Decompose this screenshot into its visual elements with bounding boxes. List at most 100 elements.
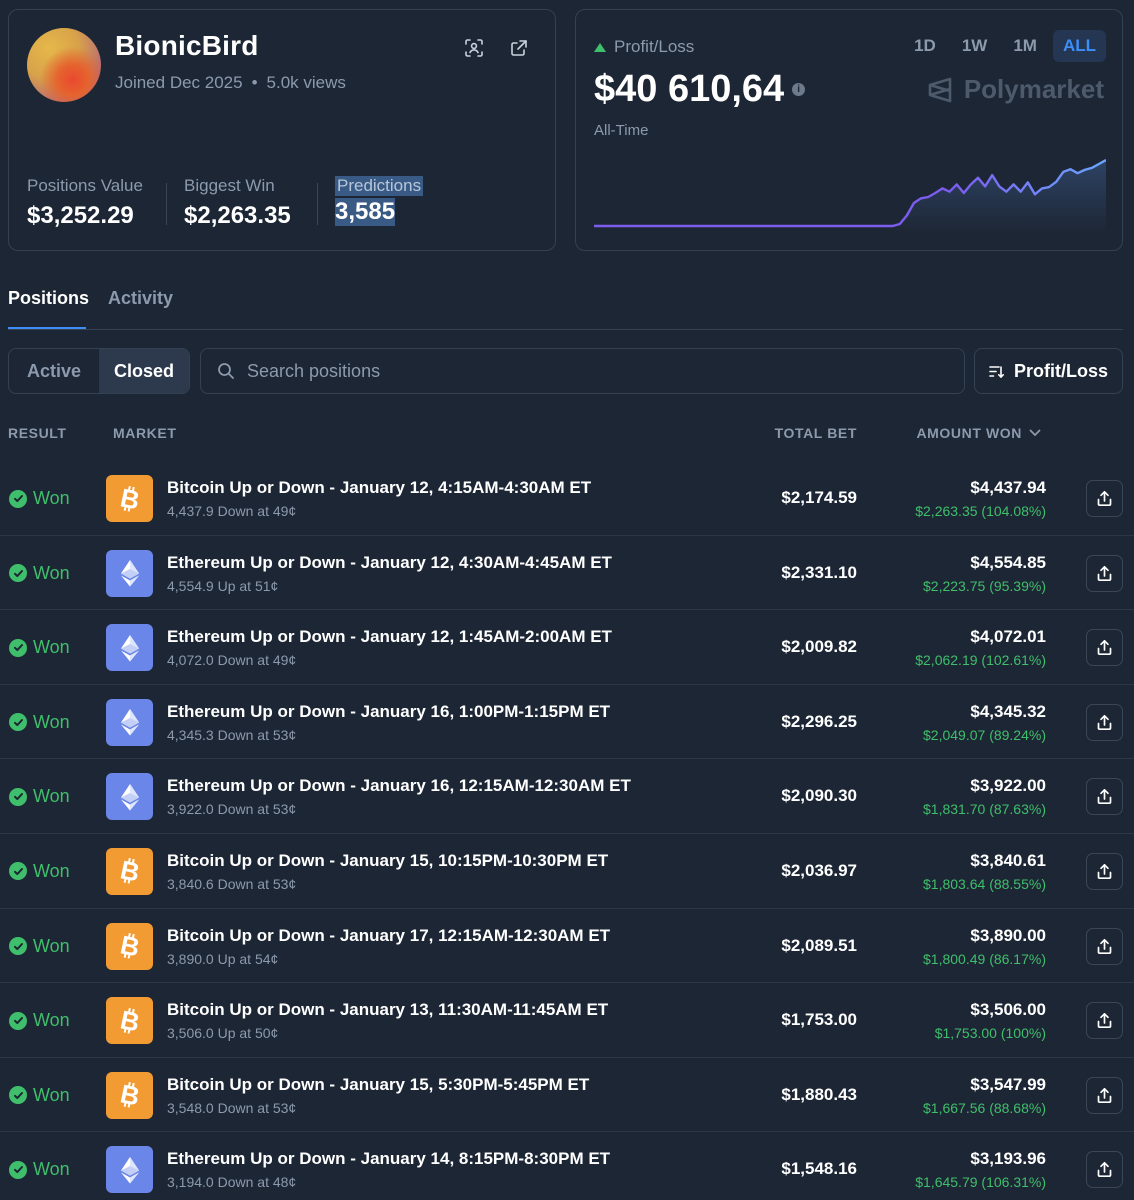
range-1w[interactable]: 1W xyxy=(952,30,998,62)
share-button[interactable] xyxy=(1086,554,1123,592)
stat-value: 3,585 xyxy=(335,198,396,226)
col-total-bet: TOTAL BET xyxy=(774,425,857,441)
position-detail: 3,922.0 Down at 53¢ xyxy=(167,801,297,818)
col-result: RESULT xyxy=(8,425,67,441)
pnl-chart xyxy=(594,158,1106,234)
table-row[interactable]: Won Ethereum Up or Down - January 14, 8:… xyxy=(0,1132,1134,1200)
market-title[interactable]: Ethereum Up or Down - January 16, 12:15A… xyxy=(167,776,631,796)
filter-closed[interactable]: Closed xyxy=(99,349,189,393)
ethereum-icon xyxy=(106,549,153,597)
result-cell: Won xyxy=(9,1085,70,1106)
share-button[interactable] xyxy=(1086,852,1123,890)
table-row[interactable]: Won Ethereum Up or Down - January 12, 1:… xyxy=(0,610,1134,685)
pnl-label-text: Profit/Loss xyxy=(614,37,695,56)
market-title[interactable]: Bitcoin Up or Down - January 17, 12:15AM… xyxy=(167,926,610,946)
result-label: Won xyxy=(33,711,70,732)
status-filter: Active Closed xyxy=(8,348,190,394)
total-bet: $2,174.59 xyxy=(781,488,857,507)
scan-icon[interactable] xyxy=(464,38,484,58)
active-tab-indicator xyxy=(8,327,86,329)
share-icon xyxy=(1097,1162,1112,1178)
check-icon xyxy=(9,489,27,508)
stat-predictions: Predictions 3,585 xyxy=(335,176,424,226)
total-bet: $2,009.82 xyxy=(781,637,857,657)
bitcoin-icon: B xyxy=(106,1071,153,1119)
market-title[interactable]: Ethereum Up or Down - January 12, 1:45AM… xyxy=(167,627,612,647)
market-title[interactable]: Bitcoin Up or Down - January 15, 10:15PM… xyxy=(167,851,608,871)
filter-active[interactable]: Active xyxy=(9,349,99,393)
external-link-icon[interactable] xyxy=(509,38,529,58)
market-title[interactable]: Bitcoin Up or Down - January 12, 4:15AM-… xyxy=(167,478,591,498)
share-icon xyxy=(1097,938,1112,954)
result-cell: Won xyxy=(9,712,70,733)
market-title[interactable]: Bitcoin Up or Down - January 15, 5:30PM-… xyxy=(167,1075,589,1095)
share-button[interactable] xyxy=(1086,1076,1123,1114)
ethereum-icon xyxy=(106,773,153,821)
stat-value: $3,252.29 xyxy=(27,202,134,229)
avatar[interactable] xyxy=(27,28,101,102)
share-button[interactable] xyxy=(1086,1002,1123,1040)
total-bet: $1,880.43 xyxy=(781,1084,857,1104)
share-button[interactable] xyxy=(1086,927,1123,965)
check-icon xyxy=(9,1011,27,1030)
amount-won: $4,345.32 xyxy=(970,701,1046,721)
share-button[interactable] xyxy=(1086,1151,1123,1189)
range-all[interactable]: ALL xyxy=(1052,30,1106,62)
share-icon xyxy=(1097,789,1112,805)
search-input[interactable] xyxy=(247,360,847,382)
market-title[interactable]: Ethereum Up or Down - January 16, 1:00PM… xyxy=(167,702,610,722)
share-button[interactable] xyxy=(1086,629,1123,667)
total-bet: $2,036.97 xyxy=(781,860,857,880)
search-box[interactable] xyxy=(200,348,965,394)
range-1m[interactable]: 1M xyxy=(1003,30,1047,62)
ethereum-icon xyxy=(106,624,153,672)
bitcoin-icon: B xyxy=(106,475,153,522)
bitcoin-icon: B xyxy=(106,847,153,895)
share-icon xyxy=(1097,714,1112,730)
sort-button[interactable]: Profit/Loss xyxy=(974,348,1123,394)
profit-amount: $2,223.75 (95.39%) xyxy=(923,577,1046,594)
table-row[interactable]: Won B Bitcoin Up or Down - January 13, 1… xyxy=(0,983,1134,1058)
tab-bar: Positions Activity xyxy=(8,280,1123,330)
sort-icon xyxy=(989,365,1004,378)
table-row[interactable]: Won Ethereum Up or Down - January 16, 1:… xyxy=(0,685,1134,760)
pnl-period: All-Time xyxy=(594,122,649,139)
result-label: Won xyxy=(33,488,70,508)
table-row[interactable]: Won B Bitcoin Up or Down - January 15, 5… xyxy=(0,1058,1134,1133)
tab-activity[interactable]: Activity xyxy=(108,288,173,309)
table-row[interactable]: Won Ethereum Up or Down - January 12, 4:… xyxy=(0,536,1134,611)
total-bet: $1,753.00 xyxy=(781,1010,857,1030)
table-row[interactable]: Won Ethereum Up or Down - January 16, 12… xyxy=(0,759,1134,834)
table-row[interactable]: Won B Bitcoin Up or Down - January 17, 1… xyxy=(0,909,1134,984)
pnl-value: $40 610,64 i xyxy=(594,68,806,111)
tab-positions[interactable]: Positions xyxy=(8,288,89,309)
check-icon xyxy=(9,638,27,657)
stat-value: $2,263.35 xyxy=(184,202,291,229)
position-detail: 4,554.9 Up at 51¢ xyxy=(167,577,279,594)
total-bet: $2,089.51 xyxy=(781,935,857,955)
col-amount-won[interactable]: AMOUNT WON xyxy=(916,425,1041,441)
stat-label: Positions Value xyxy=(27,176,143,195)
market-title[interactable]: Ethereum Up or Down - January 12, 4:30AM… xyxy=(167,553,612,573)
table-row[interactable]: Won B Bitcoin Up or Down - January 12, 4… xyxy=(0,461,1134,536)
position-detail: 4,437.9 Down at 49¢ xyxy=(167,503,297,519)
profit-amount: $1,831.70 (87.63%) xyxy=(923,801,1046,818)
check-icon xyxy=(9,937,27,956)
market-title[interactable]: Ethereum Up or Down - January 14, 8:15PM… xyxy=(167,1149,610,1169)
stat-label: Biggest Win xyxy=(184,176,275,195)
result-label: Won xyxy=(33,860,70,881)
table-row[interactable]: Won B Bitcoin Up or Down - January 15, 1… xyxy=(0,834,1134,909)
range-1d[interactable]: 1D xyxy=(904,30,946,62)
share-button[interactable] xyxy=(1086,703,1123,741)
result-label: Won xyxy=(33,1159,70,1180)
share-button[interactable] xyxy=(1086,778,1123,816)
info-icon[interactable]: i xyxy=(792,83,806,96)
stat-biggest-win: Biggest Win $2,263.35 xyxy=(184,176,291,230)
profit-amount: $2,049.07 (89.24%) xyxy=(923,726,1046,743)
share-icon xyxy=(1097,490,1112,507)
share-button[interactable] xyxy=(1086,480,1123,517)
col-market: MARKET xyxy=(113,425,177,441)
positions-table: Won B Bitcoin Up or Down - January 12, 4… xyxy=(0,461,1134,1200)
market-title[interactable]: Bitcoin Up or Down - January 13, 11:30AM… xyxy=(167,1000,608,1020)
share-icon xyxy=(1097,863,1112,880)
